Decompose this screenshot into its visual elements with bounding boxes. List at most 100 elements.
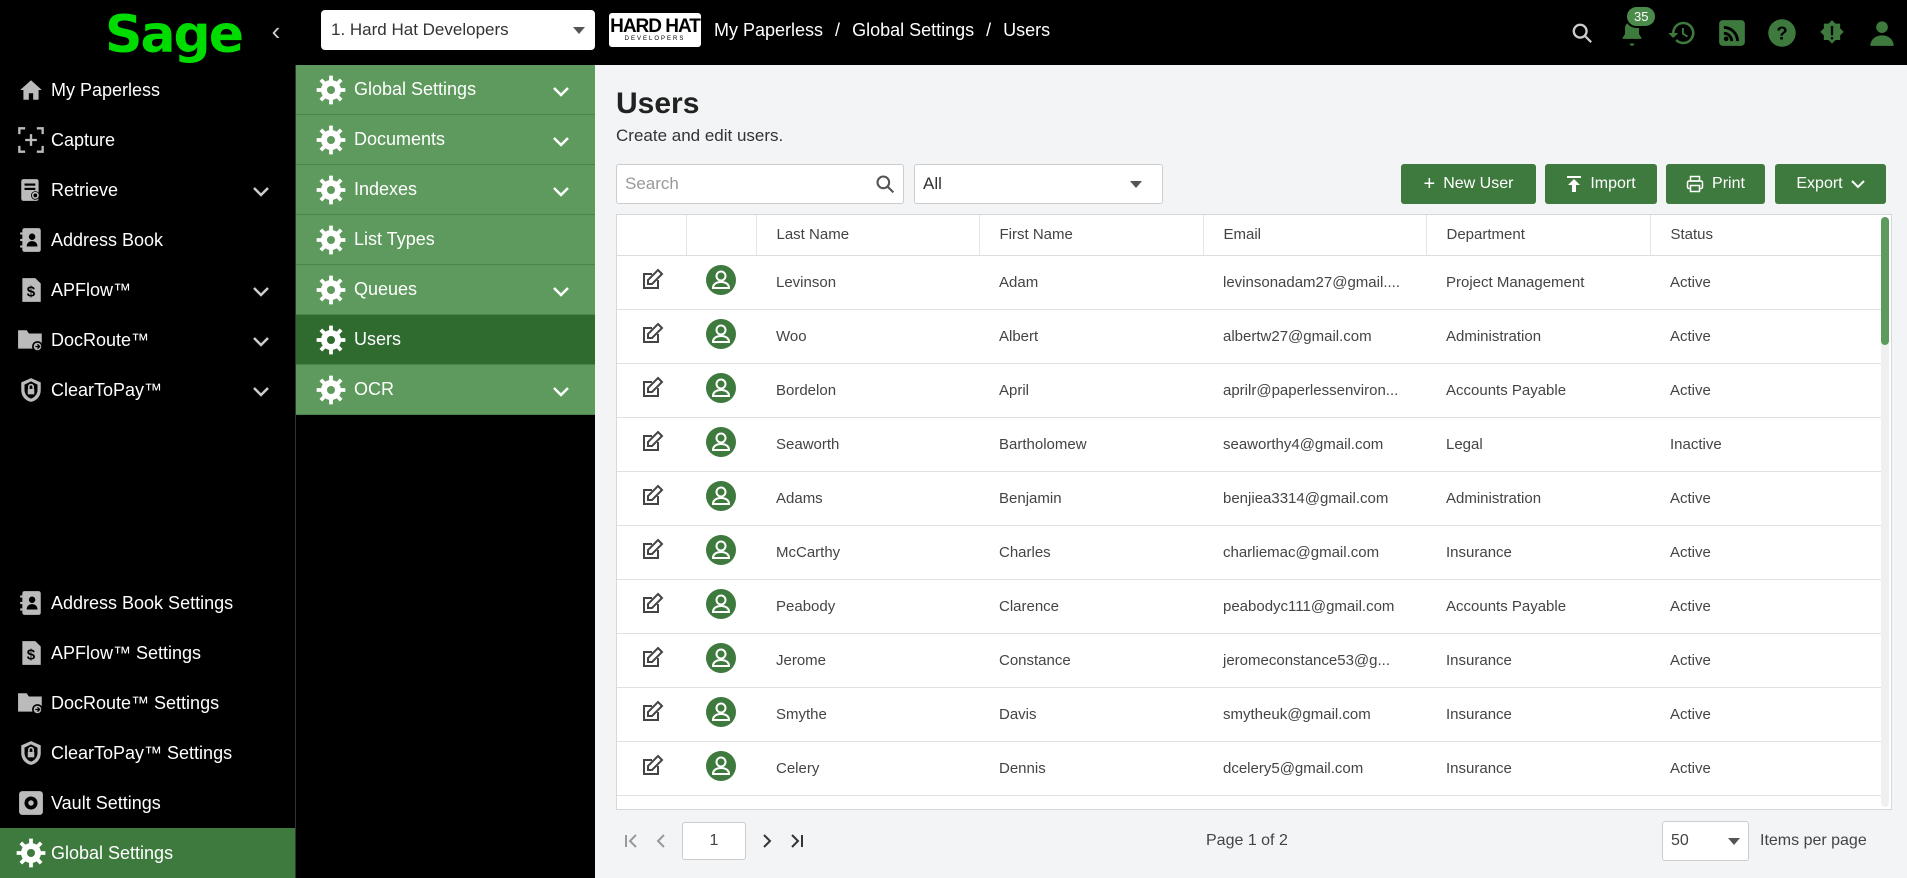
sidebar-item-cleartopay-settings[interactable]: ClearToPay™ Settings bbox=[0, 728, 295, 778]
column-header-first-name[interactable]: First Name bbox=[979, 215, 1204, 256]
sidebar-item-label: Vault Settings bbox=[51, 792, 161, 813]
column-header-status[interactable]: Status bbox=[1650, 215, 1881, 256]
submenu-item-ocr[interactable]: OCR bbox=[296, 365, 595, 415]
chevron-down-icon[interactable] bbox=[252, 332, 270, 353]
company-select[interactable]: 1. Hard Hat Developers bbox=[321, 10, 595, 50]
cell-email: seaworthy4@gmail.com bbox=[1203, 417, 1426, 472]
alert-icon[interactable] bbox=[1807, 0, 1857, 65]
submenu-item-label: List Types bbox=[354, 229, 435, 249]
edit-icon[interactable] bbox=[617, 741, 686, 796]
sidebar-item-vault-settings[interactable]: Vault Settings bbox=[0, 778, 295, 828]
chevron-down-icon[interactable] bbox=[552, 382, 570, 403]
search-icon[interactable] bbox=[1557, 0, 1607, 65]
table-row[interactable]: Peabody Clarence peabodyc111@gmail.com Acco… bbox=[617, 579, 1881, 634]
user-avatar-icon bbox=[686, 687, 756, 742]
table-row[interactable]: Adams Benjamin benjiea3314@gmail.com Admini… bbox=[617, 471, 1881, 526]
cell-status: Inactive bbox=[1650, 417, 1881, 472]
edit-icon[interactable] bbox=[617, 579, 686, 634]
submenu-item-indexes[interactable]: Indexes bbox=[296, 165, 595, 215]
table-row[interactable]: Jerome Constance jeromeconstance53@g... Ins… bbox=[617, 633, 1881, 688]
sidebar-item-address-book-settings[interactable]: Address Book Settings bbox=[0, 578, 295, 628]
sidebar-item-global-settings[interactable]: Global Settings bbox=[0, 828, 295, 878]
table-row[interactable]: McCarthy Charles charliemac@gmail.com Insur… bbox=[617, 525, 1881, 580]
submenu-item-global-settings[interactable]: Global Settings bbox=[296, 65, 595, 115]
table-row[interactable]: Seaworth Bartholomew seaworthy4@gmail.com L… bbox=[617, 417, 1881, 472]
sage-logo[interactable]: Sage bbox=[105, 5, 244, 65]
sidebar-item-apflow-settings[interactable]: $ APFlow™ Settings bbox=[0, 628, 295, 678]
chevron-down-icon[interactable] bbox=[252, 382, 270, 403]
new-user-button[interactable]: + New User bbox=[1401, 164, 1536, 204]
sidebar-item-apflow[interactable]: $ APFlow™ bbox=[0, 265, 295, 315]
edit-icon[interactable] bbox=[617, 417, 686, 472]
column-header-email[interactable]: Email bbox=[1203, 215, 1427, 256]
edit-icon[interactable] bbox=[617, 255, 686, 310]
page-number-input[interactable]: 1 bbox=[682, 822, 746, 860]
table-row[interactable]: Bordelon April aprilr@paperlessenviron... A… bbox=[617, 363, 1881, 418]
items-per-page-select[interactable]: 50 bbox=[1662, 821, 1749, 861]
chevron-down-icon[interactable] bbox=[252, 282, 270, 303]
sidebar-item-cleartopay[interactable]: ClearToPay™ bbox=[0, 365, 295, 415]
breadcrumb: My Paperless / Global Settings / Users bbox=[714, 20, 1051, 41]
chevron-down-icon[interactable] bbox=[552, 132, 570, 153]
table-row[interactable]: Celery Dennis dcelery5@gmail.com Insurance A… bbox=[617, 741, 1881, 796]
submenu-item-documents[interactable]: Documents bbox=[296, 115, 595, 165]
user-avatar-icon bbox=[686, 417, 756, 472]
submenu-item-users[interactable]: Users bbox=[296, 315, 595, 365]
sidebar-item-retrieve[interactable]: Retrieve bbox=[0, 165, 295, 215]
user-avatar-icon bbox=[686, 309, 756, 364]
gear-icon bbox=[316, 75, 346, 105]
sidebar-item-address-book[interactable]: Address Book bbox=[0, 215, 295, 265]
gear-icon bbox=[316, 175, 346, 205]
collapse-sidebar-button[interactable]: ‹ bbox=[266, 16, 286, 47]
cell-status: Active bbox=[1650, 579, 1881, 634]
edit-icon[interactable] bbox=[617, 363, 686, 418]
edit-icon[interactable] bbox=[617, 309, 686, 364]
rss-icon[interactable] bbox=[1707, 0, 1757, 65]
apflow-icon: $ bbox=[15, 637, 47, 669]
help-icon[interactable]: ? bbox=[1757, 0, 1807, 65]
cell-first-name: Davis bbox=[979, 687, 1203, 742]
breadcrumb-item[interactable]: Global Settings bbox=[852, 20, 974, 41]
cell-status: Active bbox=[1650, 255, 1881, 310]
previous-page-icon[interactable] bbox=[646, 821, 676, 861]
column-header-last-name[interactable]: Last Name bbox=[756, 215, 980, 256]
sidebar-item-my-paperless[interactable]: My Paperless bbox=[0, 65, 295, 115]
table-row[interactable]: Levinson Adam levinsonadam27@gmail.... Proj… bbox=[617, 255, 1881, 310]
edit-icon[interactable] bbox=[617, 525, 686, 580]
user-icon[interactable] bbox=[1857, 0, 1907, 65]
chevron-down-icon[interactable] bbox=[552, 182, 570, 203]
sidebar-item-label: Address Book bbox=[51, 229, 164, 250]
edit-icon[interactable] bbox=[617, 471, 686, 526]
history-icon[interactable] bbox=[1657, 0, 1707, 65]
company-logo-subtext: DEVELOPERS bbox=[624, 36, 686, 42]
last-page-icon[interactable] bbox=[782, 821, 812, 861]
chevron-down-icon[interactable] bbox=[252, 182, 270, 203]
scrollbar-thumb[interactable] bbox=[1881, 217, 1889, 345]
table-row[interactable]: Woo Albert albertw27@gmail.com Administrati… bbox=[617, 309, 1881, 364]
bell-icon[interactable]: 35 bbox=[1607, 0, 1658, 65]
column-header-department[interactable]: Department bbox=[1426, 215, 1651, 256]
table-row[interactable]: Smythe Davis smytheuk@gmail.com Insurance Ac… bbox=[617, 687, 1881, 742]
sidebar-item-label: My Paperless bbox=[51, 79, 161, 100]
edit-icon[interactable] bbox=[617, 633, 686, 688]
sidebar-item-capture[interactable]: Capture bbox=[0, 115, 295, 165]
chevron-down-icon[interactable] bbox=[552, 282, 570, 303]
search-icon[interactable] bbox=[875, 174, 895, 194]
submenu-item-list-types[interactable]: List Types bbox=[296, 215, 595, 265]
export-button[interactable]: Export bbox=[1775, 164, 1886, 204]
cell-status: Active bbox=[1650, 525, 1881, 580]
submenu-item-queues[interactable]: Queues bbox=[296, 265, 595, 315]
print-button[interactable]: Print bbox=[1666, 164, 1765, 204]
search-input[interactable] bbox=[625, 174, 875, 194]
sidebar-item-docroute[interactable]: DocRoute™ bbox=[0, 315, 295, 365]
chevron-down-icon[interactable] bbox=[552, 82, 570, 103]
first-page-icon[interactable] bbox=[616, 821, 646, 861]
user-avatar-icon bbox=[686, 363, 756, 418]
sidebar-item-docroute-settings[interactable]: DocRoute™ Settings bbox=[0, 678, 295, 728]
next-page-icon[interactable] bbox=[752, 821, 782, 861]
status-filter-select[interactable]: All bbox=[914, 164, 1163, 204]
breadcrumb-item[interactable]: My Paperless bbox=[714, 20, 823, 41]
cell-email: benjiea3314@gmail.com bbox=[1203, 471, 1426, 526]
edit-icon[interactable] bbox=[617, 687, 686, 742]
import-button[interactable]: Import bbox=[1545, 164, 1657, 204]
